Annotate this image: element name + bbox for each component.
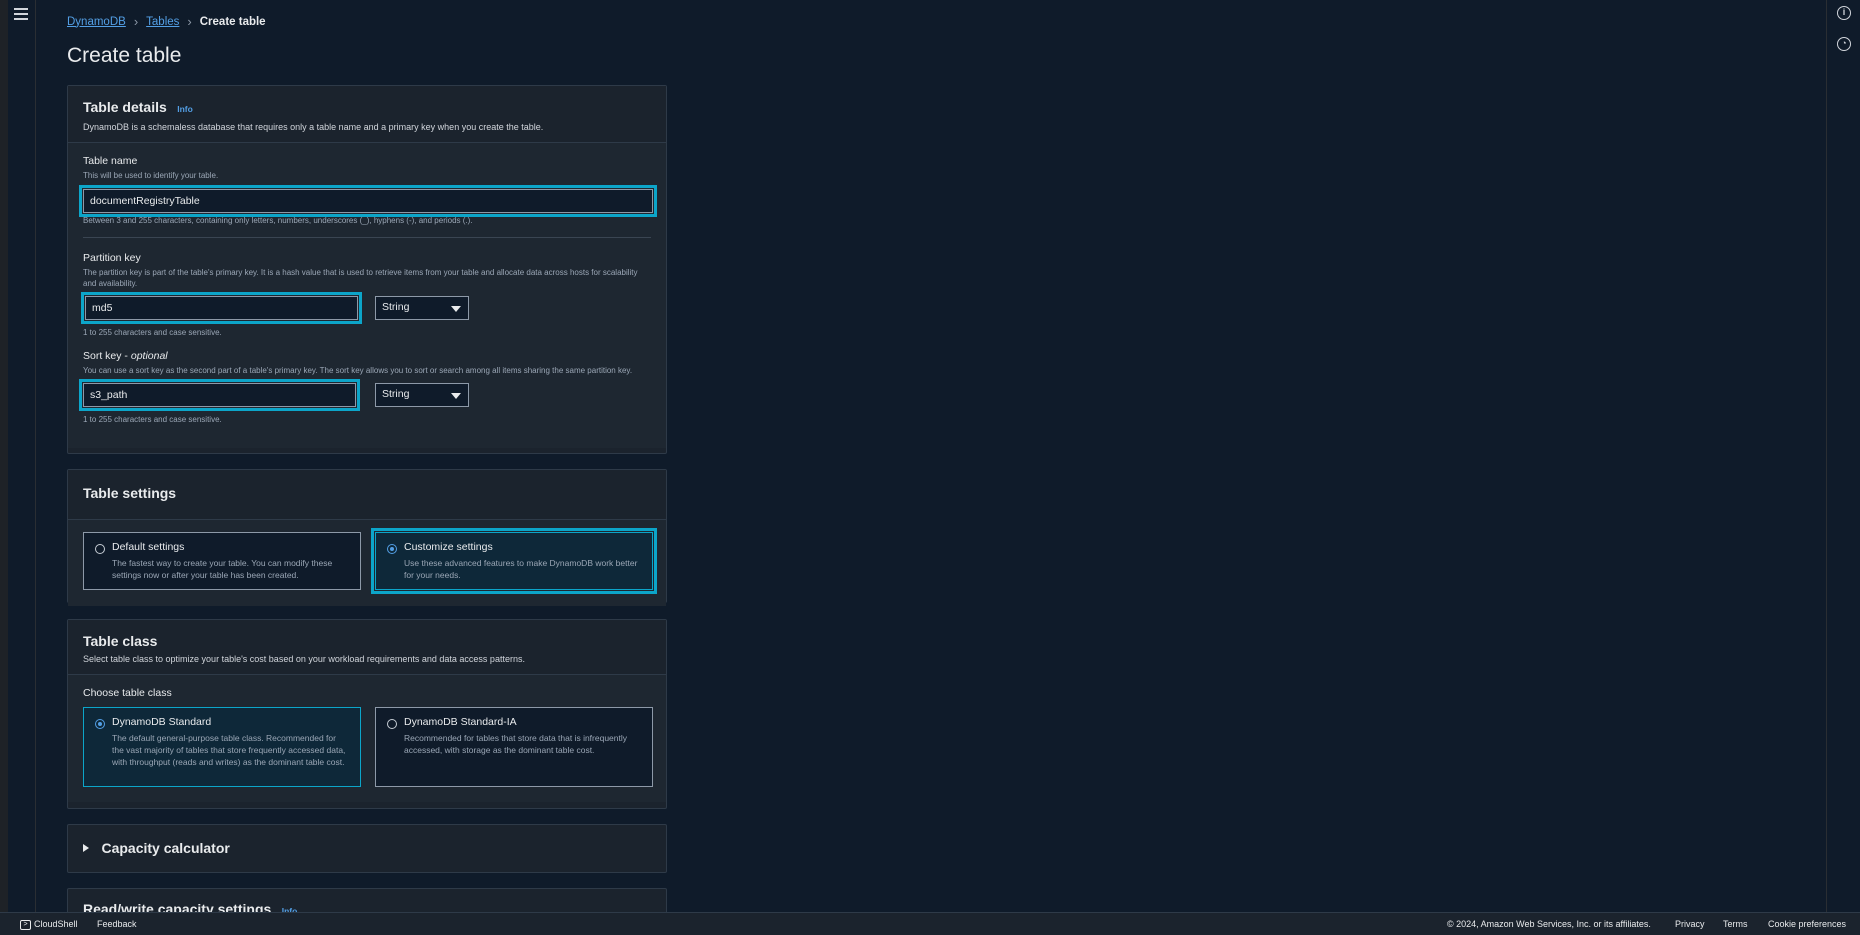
table-details-panel: Table details Info DynamoDB is a schemal…: [67, 85, 667, 454]
copyright-text: © 2024, Amazon Web Services, Inc. or its…: [1447, 919, 1651, 929]
partition-key-type-value: String: [382, 301, 410, 313]
partition-key-input[interactable]: md5: [81, 292, 362, 324]
info-icon[interactable]: i: [1837, 6, 1851, 20]
panel-header: Table details Info DynamoDB is a schemal…: [68, 86, 666, 143]
option-title: Customize settings: [404, 541, 493, 553]
breadcrumb-dynamodb[interactable]: DynamoDB: [67, 16, 126, 28]
cookie-preferences-link[interactable]: Cookie preferences: [1768, 919, 1846, 929]
panel-title: Table details: [83, 99, 167, 115]
breadcrumb-current: Create table: [199, 15, 266, 28]
sort-key-type-select[interactable]: String: [375, 383, 469, 407]
feedback-link[interactable]: Feedback: [97, 919, 137, 929]
radio-button[interactable]: [387, 544, 397, 554]
tutorial-icon[interactable]: ◔: [1837, 37, 1851, 51]
option-description: The fastest way to create your table. Yo…: [112, 558, 333, 580]
table-class-panel: Table class Select table class to optimi…: [67, 619, 667, 809]
capacity-calculator-title: Capacity calculator: [101, 839, 230, 856]
right-tools-rail: i ◔: [1826, 0, 1860, 912]
panel-body: Table name This will be used to identify…: [68, 143, 666, 448]
caret-down-icon: [451, 306, 461, 312]
dynamodb-standard-ia-option[interactable]: DynamoDB Standard-IA Recommended for tab…: [375, 707, 653, 787]
page-title: Create table: [67, 44, 182, 67]
partition-key-description: The partition key is part of the table's…: [83, 268, 638, 288]
table-name-hint: Between 3 and 255 characters, containing…: [83, 216, 473, 225]
left-navigation-rail: [0, 0, 36, 912]
menu-icon[interactable]: [14, 8, 28, 20]
radio-button[interactable]: [387, 719, 397, 729]
main-content: DynamoDB › Tables › Create table Create …: [36, 0, 1826, 928]
chevron-right-icon: ›: [187, 14, 192, 29]
caret-right-icon: [83, 843, 89, 852]
sort-key-label: Sort key - optional: [83, 350, 651, 362]
sort-key-type-value: String: [382, 388, 410, 400]
radio-button[interactable]: [95, 719, 105, 729]
partition-key-type-select[interactable]: String: [375, 296, 469, 320]
sort-key-description: You can use a sort key as the second par…: [83, 366, 633, 375]
table-name-label: Table name: [83, 155, 138, 167]
panel-title: Table settings: [83, 485, 177, 501]
sort-key-row: s3_path String: [79, 379, 651, 412]
caret-down-icon: [451, 393, 461, 399]
option-title: Default settings: [112, 541, 185, 553]
cloudshell-button[interactable]: > CloudShell: [20, 919, 78, 930]
sort-key-hint: 1 to 255 characters and case sensitive.: [83, 415, 222, 424]
footer: > CloudShell Feedback © 2024, Amazon Web …: [0, 912, 1860, 935]
panel-body: Choose table class DynamoDB Standard The…: [68, 675, 666, 802]
info-link[interactable]: Info: [177, 104, 193, 114]
panel-title: Table class: [83, 633, 158, 649]
sort-key-label-text: Sort key -: [83, 350, 128, 362]
table-settings-panel: Table settings Default settings The fast…: [67, 469, 667, 606]
panel-description: DynamoDB is a schemaless database that r…: [83, 122, 544, 132]
table-name-input[interactable]: documentRegistryTable: [79, 185, 657, 217]
terms-link[interactable]: Terms: [1723, 919, 1748, 929]
option-title: DynamoDB Standard-IA: [404, 716, 517, 728]
panel-body: Default settings The fastest way to crea…: [68, 520, 666, 606]
cloudshell-label: CloudShell: [34, 919, 78, 929]
partition-key-row: md5 String: [81, 292, 651, 325]
radio-button[interactable]: [95, 544, 105, 554]
option-description: The default general-purpose table class.…: [112, 733, 346, 767]
chevron-right-icon: ›: [133, 14, 139, 29]
choose-table-class-label: Choose table class: [83, 687, 172, 699]
panel-header: Table class Select table class to optimi…: [68, 620, 666, 675]
default-settings-option[interactable]: Default settings The fastest way to crea…: [83, 532, 361, 590]
terminal-icon: >: [20, 919, 31, 930]
sort-key-input[interactable]: s3_path: [79, 379, 360, 411]
breadcrumb-tables[interactable]: Tables: [146, 16, 179, 28]
rail-strip: [0, 0, 8, 912]
sort-key-optional: optional: [130, 350, 168, 362]
option-title: DynamoDB Standard: [112, 716, 212, 728]
customize-settings-option[interactable]: Customize settings Use these advanced fe…: [371, 528, 657, 594]
breadcrumb: DynamoDB › Tables › Create table: [67, 14, 266, 29]
panel-header: Table settings: [68, 470, 666, 520]
capacity-calculator-section[interactable]: Capacity calculator: [67, 824, 667, 873]
privacy-link[interactable]: Privacy: [1675, 919, 1705, 929]
table-name-description: This will be used to identify your table…: [83, 171, 219, 180]
option-description: Recommended for tables that store data t…: [404, 733, 628, 755]
divider: [83, 237, 651, 238]
option-description: Use these advanced features to make Dyna…: [404, 558, 638, 580]
partition-key-hint: 1 to 255 characters and case sensitive.: [83, 328, 222, 337]
panel-description: Select table class to optimize your tabl…: [83, 654, 525, 664]
dynamodb-standard-option[interactable]: DynamoDB Standard The default general-pu…: [83, 707, 361, 787]
partition-key-label: Partition key: [83, 252, 141, 264]
